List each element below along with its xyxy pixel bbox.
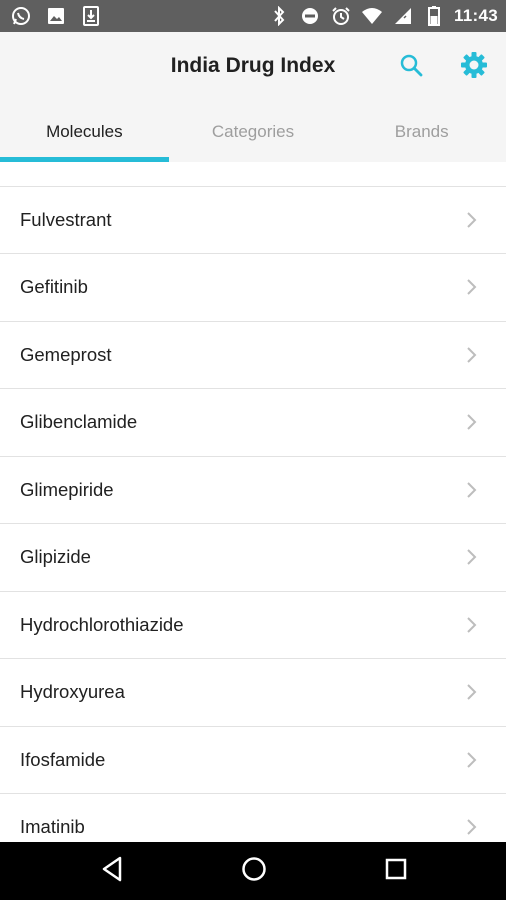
chevron-right-icon	[466, 751, 478, 769]
list-item[interactable]: Hydroxyurea	[0, 659, 506, 727]
chevron-right-icon	[466, 548, 478, 566]
status-bar: 11:43	[0, 0, 506, 32]
whatsapp-icon	[10, 5, 32, 27]
chevron-right-icon	[466, 616, 478, 634]
recents-icon	[385, 858, 407, 885]
list-item-label: Fulvestrant	[20, 208, 112, 230]
page-title: India Drug Index	[170, 54, 336, 77]
molecule-list[interactable]: Frovatriptan Fulvestrant Gefitinib Gemepros…	[0, 162, 506, 842]
list-item[interactable]: Frovatriptan	[0, 162, 506, 187]
list-item-label: Glimepiride	[20, 478, 114, 500]
tab-bar: Molecules Categories Brands	[0, 102, 506, 162]
chevron-right-icon	[466, 278, 478, 296]
search-icon	[399, 53, 423, 82]
signal-icon	[392, 5, 414, 27]
list-item[interactable]: Hydrochlorothiazide	[0, 591, 506, 659]
alarm-icon	[330, 5, 352, 27]
gear-icon	[460, 51, 488, 84]
list-item-label: Imatinib	[20, 816, 85, 837]
tab-categories[interactable]: Categories	[169, 102, 338, 162]
status-time: 11:43	[453, 6, 498, 25]
download-icon	[80, 5, 102, 27]
search-button[interactable]	[394, 50, 428, 84]
home-button[interactable]	[239, 856, 269, 886]
list-item-label: Hydrochlorothiazide	[20, 613, 184, 635]
battery-icon	[423, 5, 445, 27]
chevron-right-icon	[466, 211, 478, 229]
list-item[interactable]: Glipizide	[0, 524, 506, 592]
chevron-right-icon	[466, 818, 478, 836]
list-item[interactable]: Fulvestrant	[0, 186, 506, 254]
list-item[interactable]: Gemeprost	[0, 321, 506, 389]
recents-button[interactable]	[381, 856, 411, 886]
settings-button[interactable]	[457, 50, 491, 84]
app-bar: India Drug Index	[0, 32, 506, 102]
home-icon	[241, 856, 267, 887]
list-item[interactable]: Glibenclamide	[0, 389, 506, 457]
list-item[interactable]: Imatinib	[0, 794, 506, 842]
chevron-right-icon	[466, 413, 478, 431]
tab-molecules[interactable]: Molecules	[0, 102, 169, 162]
list-item-label: Frovatriptan	[20, 162, 119, 185]
chevron-right-icon	[466, 683, 478, 701]
navigation-bar	[0, 842, 506, 900]
list-item-label: Glibenclamide	[20, 411, 138, 432]
list-item-label: Gemeprost	[20, 343, 112, 365]
chevron-right-icon	[466, 346, 478, 364]
tab-label: Categories	[211, 122, 295, 141]
back-icon	[100, 856, 124, 887]
list-item-label: Ifosfamide	[20, 748, 106, 770]
list-item[interactable]: Ifosfamide	[0, 726, 506, 794]
do-not-disturb-icon	[299, 5, 321, 27]
list-item-label: Gefitinib	[20, 276, 88, 297]
bluetooth-icon	[268, 5, 290, 27]
tab-label: Molecules	[46, 122, 123, 141]
list-item-label: Hydroxyurea	[20, 681, 125, 702]
tab-label: Brands	[394, 122, 449, 141]
tab-brands[interactable]: Brands	[337, 102, 506, 162]
back-button[interactable]	[97, 856, 127, 886]
wifi-icon	[361, 5, 383, 27]
image-icon	[45, 5, 67, 27]
list-item[interactable]: Glimepiride	[0, 456, 506, 524]
list-item[interactable]: Gefitinib	[0, 254, 506, 322]
chevron-right-icon	[466, 481, 478, 499]
list-item-label: Glipizide	[20, 546, 91, 567]
